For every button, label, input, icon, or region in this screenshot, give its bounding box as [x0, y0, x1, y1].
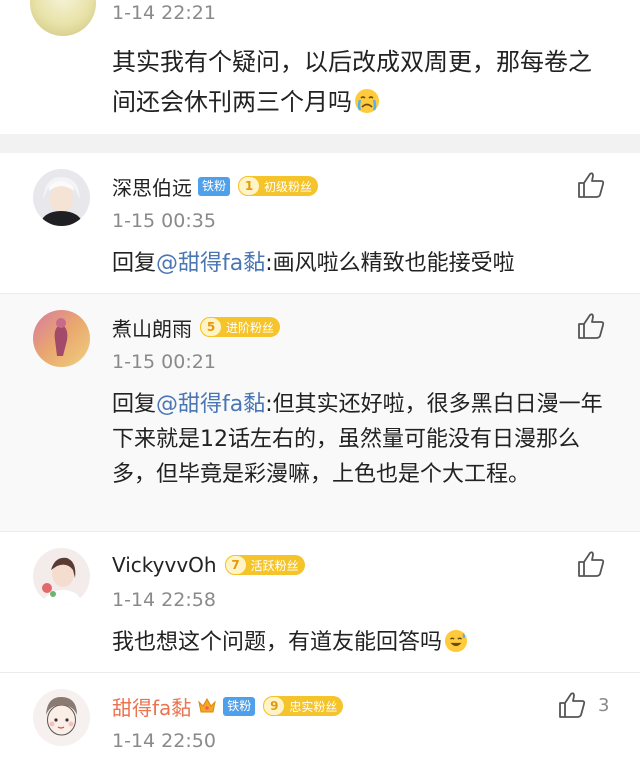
fan-level-label: 活跃粉丝	[250, 558, 299, 573]
fan-level-number: 1	[238, 176, 261, 196]
comment-text: 其实我有个疑问，以后改成双周更，那每卷之间还会休刊两三个月吗	[112, 42, 612, 122]
parent-comment: 1-14 22:21 其实我有个疑问，以后改成双周更，那每卷之间还会休刊两三个月…	[0, 0, 640, 134]
reply-prefix: 回复	[112, 251, 157, 276]
fan-level-badge: 7 活跃粉丝	[224, 555, 305, 575]
avatar[interactable]	[33, 310, 90, 367]
comment-text: 回复@甜得fa黏:但其实还好啦，很多黑白日漫一年下来就是12话左右的，虽然量可能…	[112, 387, 612, 492]
username[interactable]: 甜得fa黏	[112, 692, 191, 721]
thumbs-up-icon	[578, 551, 605, 577]
like-button[interactable]	[575, 169, 607, 201]
reply-item: 甜得fa黏 铁粉 9 忠实粉丝 1-14 22:50 3	[0, 673, 640, 765]
user-row: 甜得fa黏 铁粉 9 忠实粉丝	[112, 691, 344, 721]
fan-level-label: 忠实粉丝	[289, 699, 338, 714]
fan-level-label: 初级粉丝	[264, 179, 313, 194]
reply-item: 煮山朗雨 5 进阶粉丝 1-15 00:21 回复@甜得fa黏:但其实还好啦，很…	[0, 294, 640, 531]
mention-link[interactable]: @甜得fa黏	[156, 392, 265, 417]
username[interactable]: 深思伯远	[112, 172, 192, 201]
comment-text-body: 我也想这个问题，有道友能回答吗	[112, 630, 443, 655]
sweat-smile-icon	[444, 629, 468, 653]
username[interactable]: 煮山朗雨	[112, 313, 192, 342]
like-button[interactable]	[575, 310, 607, 342]
iron-fan-badge: 铁粉	[223, 696, 256, 716]
avatar[interactable]	[33, 548, 90, 605]
comment-time: 1-14 22:58	[112, 589, 216, 611]
avatar[interactable]	[33, 689, 90, 746]
fan-level-number: 7	[224, 555, 247, 575]
user-row: VickyvvOh 7 活跃粉丝	[112, 550, 305, 580]
username[interactable]: VickyvvOh	[112, 553, 217, 577]
user-row: 煮山朗雨 5 进阶粉丝	[112, 312, 281, 342]
reply-item: 深思伯远 铁粉 1 初级粉丝 1-15 00:35 回复@甜得fa黏:画风啦么精…	[0, 153, 640, 293]
comment-time: 1-14 22:50	[112, 730, 216, 752]
fan-level-badge: 9 忠实粉丝	[263, 696, 344, 716]
section-divider	[0, 134, 640, 153]
thumbs-up-icon	[559, 692, 586, 718]
comment-time: 1-14 22:21	[112, 2, 216, 24]
thumbs-up-icon	[578, 313, 605, 339]
user-row: 深思伯远 铁粉 1 初级粉丝	[112, 171, 319, 201]
comment-text: 我也想这个问题，有道友能回答吗	[112, 625, 612, 660]
comment-text-body: :画风啦么精致也能接受啦	[265, 251, 515, 276]
comment-time: 1-15 00:21	[112, 351, 216, 373]
comment-time: 1-15 00:35	[112, 210, 216, 232]
like-button[interactable]	[556, 689, 588, 721]
fan-level-number: 5	[200, 317, 222, 337]
avatar[interactable]	[33, 169, 90, 226]
fan-level-number: 9	[263, 696, 286, 716]
reply-item: VickyvvOh 7 活跃粉丝 1-14 22:58 我也想这个问题，有道友能…	[0, 532, 640, 672]
iron-fan-badge: 铁粉	[198, 176, 231, 196]
comment-text-body: 其实我有个疑问，以后改成双周更，那每卷之间还会休刊两三个月吗	[112, 48, 592, 116]
like-button[interactable]	[575, 548, 607, 580]
crying-face-icon	[355, 89, 379, 113]
avatar[interactable]	[30, 0, 96, 36]
mention-link[interactable]: @甜得fa黏	[156, 251, 265, 276]
fan-level-badge: 5 进阶粉丝	[200, 317, 281, 337]
thumbs-up-icon	[578, 172, 605, 198]
crown-icon	[198, 697, 217, 713]
fan-level-label: 进阶粉丝	[226, 320, 275, 335]
fan-level-badge: 1 初级粉丝	[238, 176, 319, 196]
like-count: 3	[598, 695, 610, 716]
comment-text: 回复@甜得fa黏:画风啦么精致也能接受啦	[112, 246, 612, 281]
reply-prefix: 回复	[112, 392, 157, 417]
